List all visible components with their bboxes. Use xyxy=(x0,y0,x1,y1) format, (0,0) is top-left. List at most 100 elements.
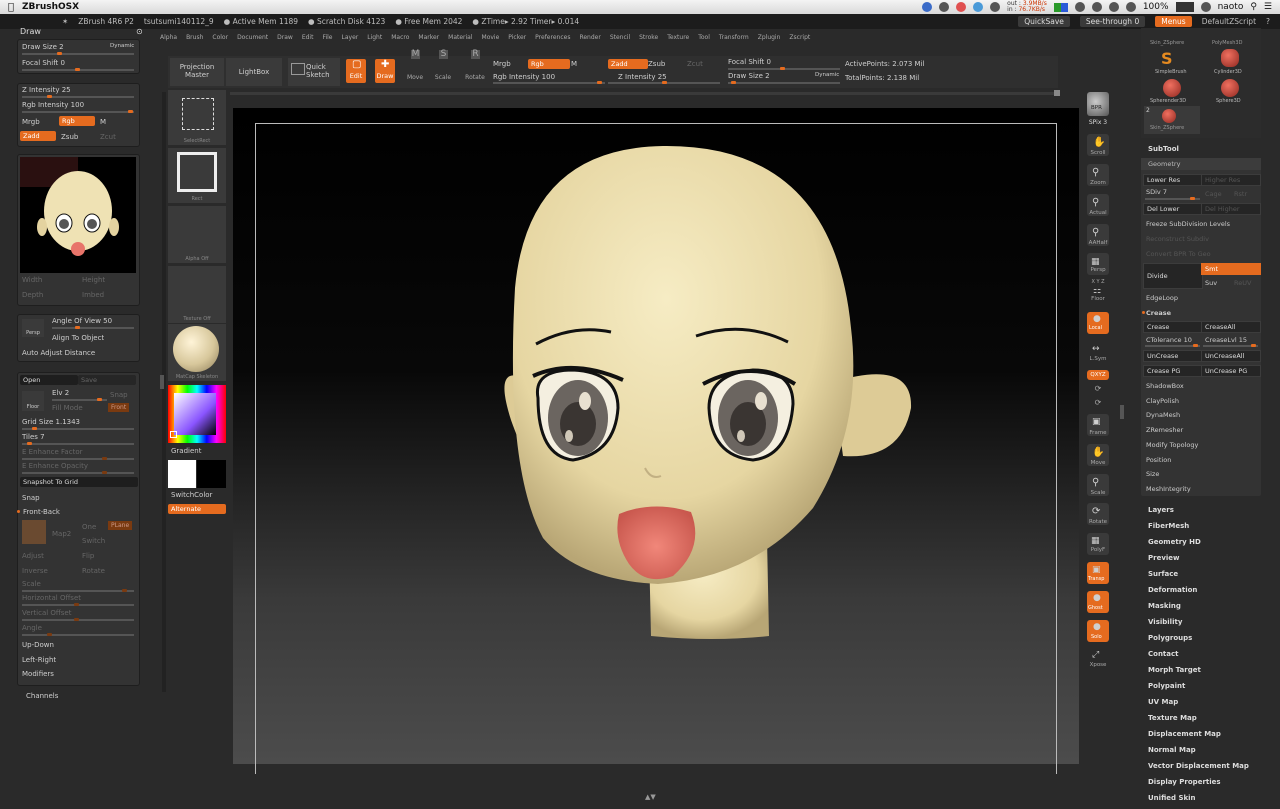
scale-knob[interactable] xyxy=(122,589,127,592)
z-intensity-knob[interactable] xyxy=(47,95,52,98)
left-panel-divider-handle[interactable] xyxy=(160,375,164,389)
activity-monitor-icon[interactable] xyxy=(1053,2,1068,12)
mrgb-button[interactable]: Mrgb xyxy=(22,118,40,126)
floor-axes[interactable]: X Y Z xyxy=(1082,279,1114,285)
ghost-toggle[interactable]: ● Ghost xyxy=(1087,591,1109,613)
section-visibility[interactable]: Visibility xyxy=(1148,617,1268,633)
sdiv-knob[interactable] xyxy=(1190,197,1195,200)
vertical-offset-track[interactable] xyxy=(22,618,134,621)
timeline-bar[interactable] xyxy=(230,92,1060,95)
section-morph-target[interactable]: Morph Target xyxy=(1148,665,1268,681)
notification-icon[interactable]: ☰ xyxy=(1264,2,1272,12)
reuv-button[interactable]: ReUV xyxy=(1234,279,1251,287)
rgb-intensity-slider[interactable]: Rgb Intensity 100 xyxy=(22,101,84,109)
save-button[interactable]: Save xyxy=(78,375,136,385)
rgb-toggle[interactable]: Rgb xyxy=(528,59,570,69)
section-deformation[interactable]: Deformation xyxy=(1148,585,1268,601)
modifiers-button[interactable]: Modifiers xyxy=(22,670,54,678)
drive-icon[interactable] xyxy=(990,2,1001,12)
draw-size-top-track[interactable] xyxy=(728,81,840,84)
zsub-toggle[interactable]: Zsub xyxy=(648,60,665,68)
grid-size-knob[interactable] xyxy=(32,427,37,430)
higher-res-button[interactable]: Higher Res xyxy=(1201,174,1261,186)
zcut-toggle[interactable]: Zcut xyxy=(687,60,703,68)
section-fibermesh[interactable]: FiberMesh xyxy=(1148,521,1268,537)
smt-toggle[interactable]: Smt xyxy=(1201,263,1261,275)
snap-button[interactable]: Snap xyxy=(22,494,40,502)
rgb-button[interactable]: Rgb xyxy=(59,116,95,126)
rgb-intensity-top-knob[interactable] xyxy=(597,81,602,84)
zadd-toggle[interactable]: Zadd xyxy=(608,59,648,69)
del-lower-button[interactable]: Del Lower xyxy=(1143,203,1203,215)
horizontal-offset-knob[interactable] xyxy=(74,603,79,606)
suv-toggle[interactable]: Suv xyxy=(1205,279,1217,287)
tool-simplebrush-label[interactable]: SimpleBrush xyxy=(1155,69,1187,75)
ctolerance-knob[interactable] xyxy=(1193,344,1198,347)
rgb-intensity-knob[interactable] xyxy=(128,110,133,113)
divide-button[interactable]: Divide xyxy=(1143,263,1203,289)
elevation-knob[interactable] xyxy=(97,398,102,401)
section-geometry-hd[interactable]: Geometry HD xyxy=(1148,537,1268,553)
menu-marker[interactable]: Marker xyxy=(418,34,439,41)
horizontal-offset-track[interactable] xyxy=(22,603,134,606)
grid-size-slider[interactable]: Grid Size 1.1343 xyxy=(22,418,80,426)
section-displacement-map[interactable]: Displacement Map xyxy=(1148,729,1268,745)
tool-preview[interactable] xyxy=(20,157,136,273)
zremesher-section[interactable]: ZRemesher xyxy=(1146,426,1183,434)
del-higher-button[interactable]: Del Higher xyxy=(1201,203,1261,215)
right-panel-divider-handle[interactable] xyxy=(1120,405,1124,419)
section-polypaint[interactable]: Polypaint xyxy=(1148,681,1268,697)
edgeloop-section[interactable]: EdgeLoop xyxy=(1146,294,1178,302)
spix-slider[interactable]: SPix 3 xyxy=(1082,119,1114,126)
tiles-track[interactable] xyxy=(22,442,134,445)
see-through-slider[interactable]: See-through 0 xyxy=(1079,16,1146,27)
zadd-button[interactable]: Zadd xyxy=(20,131,56,141)
color-swatch-square[interactable] xyxy=(174,393,216,435)
rotate-button[interactable]: Rotate xyxy=(82,567,105,575)
angle-slider[interactable]: Angle xyxy=(22,624,42,632)
plane-button[interactable]: PLane xyxy=(108,521,133,530)
scale-slider[interactable]: Scale xyxy=(22,580,41,588)
local-toggle[interactable]: ● Local xyxy=(1087,312,1109,334)
angle-of-view-knob[interactable] xyxy=(75,326,80,329)
persp-button[interactable]: Persp xyxy=(22,319,44,337)
material-button[interactable]: MatCap Skeleton xyxy=(168,324,226,381)
focal-shift-top-knob[interactable] xyxy=(780,67,785,70)
secondary-color-swatch[interactable] xyxy=(197,460,226,488)
grid-size-track[interactable] xyxy=(22,427,134,430)
draw-button[interactable]: ✚ Draw xyxy=(375,59,395,83)
menu-document[interactable]: Document xyxy=(237,34,268,41)
main-color-swatch[interactable] xyxy=(168,460,196,488)
alpha-button[interactable]: Alpha Off xyxy=(168,206,226,263)
menu-layer[interactable]: Layer xyxy=(342,34,359,41)
spherender3d-icon[interactable] xyxy=(1163,79,1181,97)
elevation-slider[interactable]: Elv 2 xyxy=(52,389,69,397)
dynamic-toggle[interactable]: Dynamic xyxy=(110,43,134,49)
snap-toggle[interactable]: Snap xyxy=(110,391,128,399)
width-slider[interactable]: Width xyxy=(22,276,42,284)
section-polygroups[interactable]: Polygroups xyxy=(1148,633,1268,649)
draw-size-slider[interactable]: Draw Size 2 xyxy=(22,43,64,51)
cylinder3d-icon[interactable] xyxy=(1221,49,1239,67)
uncrease-pg-button[interactable]: UnCrease PG xyxy=(1201,365,1261,377)
quicksave-button[interactable]: QuickSave xyxy=(1018,16,1070,27)
menus-button[interactable]: Menus xyxy=(1155,16,1192,27)
m-button[interactable]: M xyxy=(100,118,106,126)
e-enhance-factor-knob[interactable] xyxy=(102,457,107,460)
imbed-slider[interactable]: Imbed xyxy=(82,291,104,299)
meshintegrity-section[interactable]: MeshIntegrity xyxy=(1146,485,1191,493)
crease-lvl-slider[interactable]: CreaseLvl 15 xyxy=(1205,336,1247,344)
tiles-knob[interactable] xyxy=(27,442,32,445)
user-name[interactable]: naoto xyxy=(1218,2,1244,12)
wifi-icon[interactable] xyxy=(1091,2,1102,12)
menu-draw[interactable]: Draw xyxy=(277,34,293,41)
section-texture-map[interactable]: Texture Map xyxy=(1148,713,1268,729)
edit-button[interactable]: ▢ Edit xyxy=(346,59,366,83)
user-icon[interactable] xyxy=(1200,2,1211,12)
section-vector-displacement-map[interactable]: Vector Displacement Map xyxy=(1148,761,1268,777)
cage-button[interactable]: Cage xyxy=(1205,190,1222,198)
draw-size-top-slider[interactable]: Draw Size 2 xyxy=(728,72,770,80)
rotate-y-icon[interactable]: ⟳ xyxy=(1082,398,1114,407)
convert-bpr-button[interactable]: Convert BPR To Geo xyxy=(1146,250,1211,258)
menu-preferences[interactable]: Preferences xyxy=(535,34,570,41)
